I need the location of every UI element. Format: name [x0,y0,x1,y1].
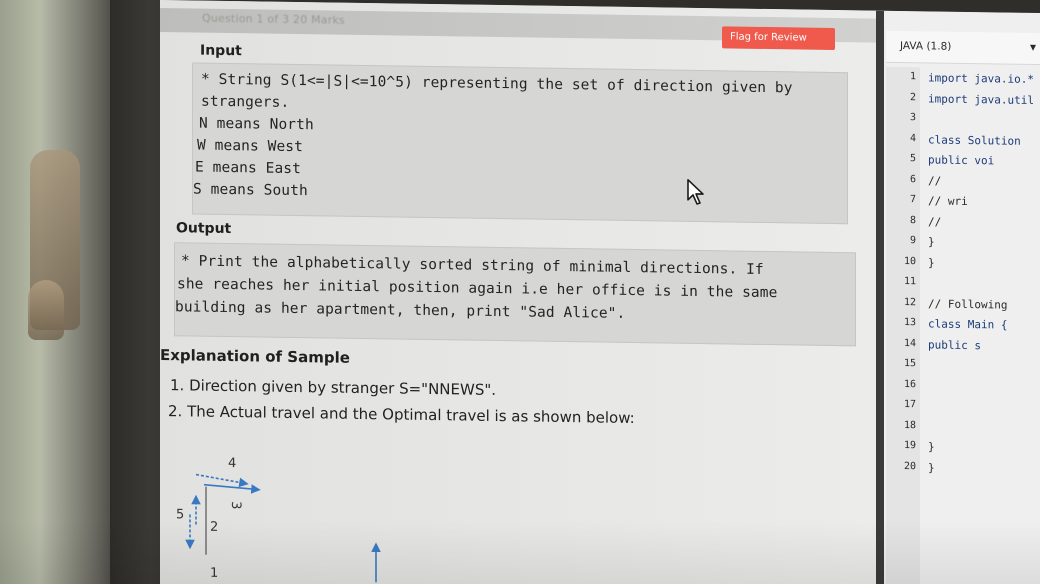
output-format-box: * Print the alphabetically sorted string… [174,242,856,347]
explanation-line: 1. Direction given by stranger S="NNEWS"… [170,376,497,399]
line-number: 2 [909,91,916,103]
output-section-title: Output [176,220,232,238]
code-line[interactable]: // [928,215,941,228]
output-line: she reaches her initial position again i… [177,276,778,302]
input-section-title: Input [200,42,242,60]
code-line[interactable]: import java.io.* [928,71,1034,86]
code-line[interactable]: } [928,235,935,248]
code-line[interactable]: // wri [928,194,968,208]
line-number: 5 [909,153,916,165]
input-line: * String S(1<=|S|<=10^5) representing th… [201,71,793,97]
problem-statement-pane: Question 1 of 3 20 Marks Flag for Review… [160,0,876,584]
input-format-box: * String S(1<=|S|<=10^5) representing th… [192,62,848,225]
line-number: 10 [903,255,916,267]
line-number: 13 [903,317,916,329]
code-line[interactable]: // [928,174,941,187]
line-number: 20 [903,460,916,472]
code-line[interactable]: import java.util [928,92,1034,107]
mouse-cursor-icon [687,179,704,205]
diagram-label-4: 4 [228,456,236,471]
line-number: 4 [909,132,916,144]
line-number: 7 [909,194,916,206]
line-number: 3 [909,112,916,124]
diagram-label-5: 5 [176,507,184,522]
code-line[interactable]: // Following [928,297,1007,311]
code-area[interactable]: import java.io.* import java.util class So… [884,11,1040,474]
code-editor-pane[interactable]: JAVA (1.8) ▾ 1 2 3 4 5 6 7 8 9 10 11 12 13 14 15 16 17 18… [876,10,1040,584]
line-number: 12 [903,296,916,308]
diagram-label-1: 1 [210,566,218,581]
code-line[interactable]: public s [928,338,981,352]
path-segment [203,483,261,494]
chevron-down-icon: ▾ [1029,39,1036,54]
code-line[interactable]: class Main { [928,317,1007,331]
question-meta: Question 1 of 3 20 Marks [202,11,345,27]
travel-diagram: 4 3 5 2 1 [166,444,426,584]
line-number: 15 [903,358,916,370]
diagram-label-2: 2 [210,520,218,535]
line-number: 1 [909,71,916,83]
input-line: strangers. [201,93,290,111]
line-number: 6 [909,173,916,185]
output-line: building as her apartment, then, print "… [175,299,626,322]
explanation-section-title: Explanation of Sample [160,346,350,367]
code-line[interactable]: } [928,256,935,269]
input-line: N means North [199,115,314,134]
code-line[interactable]: } [928,461,935,474]
line-number: 17 [903,399,916,411]
monitor-screen: Question 1 of 3 20 Marks Flag for Review… [160,0,1040,584]
code-line[interactable]: } [928,440,935,453]
language-select[interactable]: JAVA (1.8) ▾ [886,30,1040,66]
flag-for-review-button[interactable]: Flag for Review [722,26,835,51]
line-number: 19 [903,440,916,452]
line-number: 9 [909,235,916,247]
diagram-label-3: 3 [228,501,243,510]
code-line[interactable]: class Solution [928,133,1021,147]
input-line: S means South [193,181,308,200]
line-number: 8 [909,214,916,226]
line-number: 11 [903,276,916,288]
line-number: 18 [903,419,916,431]
output-line: * Print the alphabetically sorted string… [181,253,764,278]
line-number: 14 [903,337,916,349]
line-number: 16 [903,378,916,390]
code-line[interactable]: public voi [928,153,994,167]
language-select-value: JAVA (1.8) [900,39,952,53]
flag-for-review-label: Flag for Review [730,31,807,44]
photo-scene: Question 1 of 3 20 Marks Flag for Review… [0,0,1040,584]
input-line: W means West [197,137,303,156]
travel-diagram-drawing: 4 3 5 2 1 [176,456,381,583]
path-segment [195,473,249,488]
explanation-line: 2. The Actual travel and the Optimal tra… [168,402,635,428]
background-vase [28,280,64,340]
editor-gutter: 1 2 3 4 5 6 7 8 9 10 11 12 13 14 15 16 17 18 19 20 [886,66,920,584]
input-line: E means East [195,159,301,178]
